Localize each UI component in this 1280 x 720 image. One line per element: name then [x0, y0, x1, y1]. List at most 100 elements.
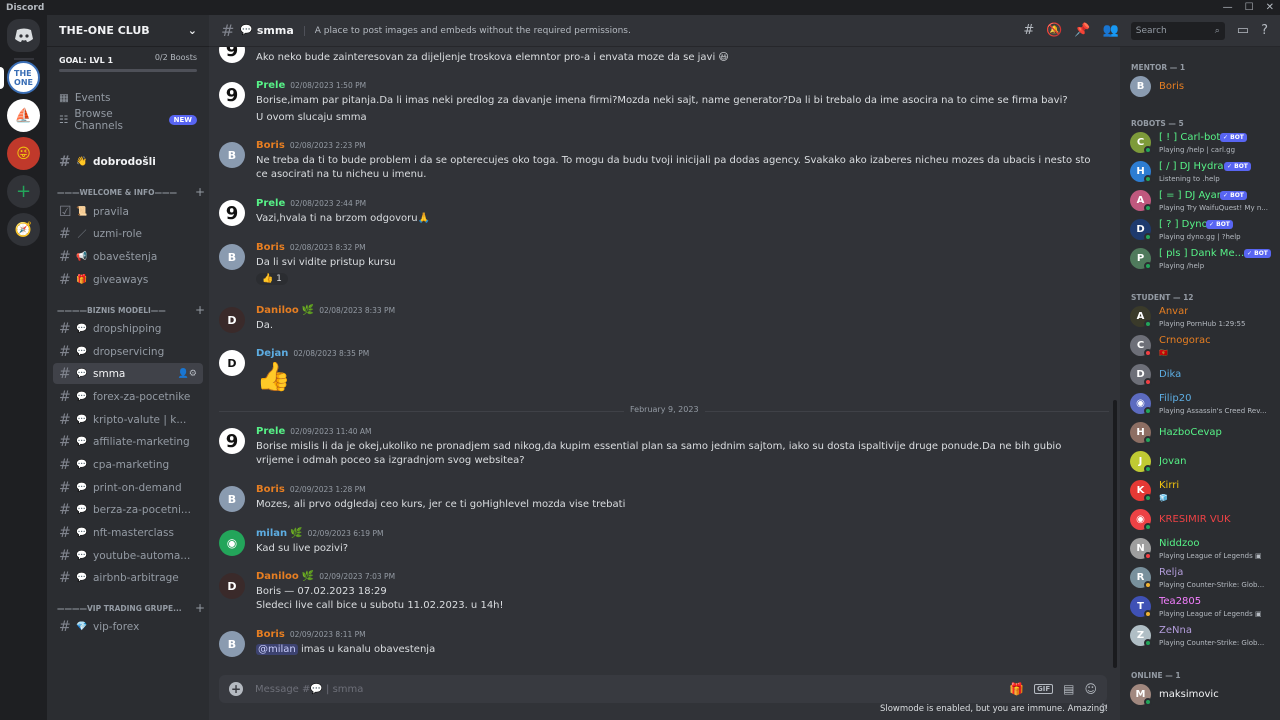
- channel-forex[interactable]: # 💬 forex-za-pocetnike: [53, 386, 203, 407]
- avatar[interactable]: 9: [219, 82, 245, 108]
- gift-icon[interactable]: 🎁: [1009, 682, 1024, 696]
- emoji-icon[interactable]: ☺: [1084, 682, 1097, 696]
- server-sailboat[interactable]: ⛵: [7, 99, 40, 132]
- channel-settings-icon[interactable]: 👤⚙: [178, 369, 197, 379]
- category-welcome[interactable]: ———WELCOME & INFO——— +: [57, 185, 205, 199]
- channel-smma[interactable]: # 💬 smma 👤⚙: [53, 363, 203, 384]
- discord-home-icon[interactable]: [7, 19, 40, 52]
- add-attachment-icon[interactable]: +: [229, 682, 243, 696]
- category-biznis[interactable]: ————BIZNIS MODELI—— +: [57, 303, 205, 317]
- category-vip[interactable]: ————VIP TRADING GRUPE... +: [57, 601, 205, 615]
- channel-pravila[interactable]: ☑ 📜 pravila: [53, 201, 203, 222]
- search-input[interactable]: Search ⌕: [1130, 21, 1225, 40]
- channel-airbnb[interactable]: # 💬 airbnb-arbitrage: [53, 567, 203, 588]
- explore-servers-icon[interactable]: 🧭: [7, 213, 40, 246]
- channel-youtube[interactable]: # 💬 youtube-automa...: [53, 545, 203, 566]
- server-header[interactable]: THE-ONE CLUB ⌄: [47, 15, 209, 47]
- member-item[interactable]: ◉ Filip20 Playing Assassin's Creed Rev...: [1130, 390, 1278, 418]
- author-name[interactable]: Boris: [256, 484, 285, 495]
- member-item[interactable]: J Jovan: [1130, 448, 1278, 476]
- avatar[interactable]: D: [219, 573, 245, 599]
- member-item[interactable]: H[ / ] DJ Hydra ✓ BOT Listening to .help: [1130, 158, 1278, 186]
- member-item[interactable]: A[ = ] DJ Ayana ✓ BOT Playing Try WaifuQue…: [1130, 187, 1278, 215]
- message-composer[interactable]: + Message #💬 | smma 🎁 GIF ▤ ☺: [219, 675, 1107, 703]
- message-input[interactable]: Message #💬 | smma: [255, 684, 363, 695]
- user-mention[interactable]: @milan: [256, 644, 298, 655]
- author-name[interactable]: Dejan: [256, 348, 288, 359]
- nav-browse-channels[interactable]: ☷ Browse Channels NEW: [47, 108, 209, 132]
- member-item[interactable]: K Kirri 🧊: [1130, 477, 1278, 505]
- threads-icon[interactable]: #: [1023, 23, 1034, 38]
- member-item[interactable]: R Relja Playing Counter-Strike: Glob...: [1130, 564, 1278, 592]
- author-name[interactable]: Prele: [256, 198, 285, 209]
- avatar[interactable]: 9: [219, 47, 245, 63]
- channel-dropservicing[interactable]: # 💬 dropservicing: [53, 341, 203, 362]
- member-item[interactable]: C[ ! ] Carl-bot ✓ BOT Playing /help | carl…: [1130, 129, 1278, 157]
- members-icon[interactable]: 👥: [1103, 23, 1119, 38]
- mute-icon[interactable]: 🔕: [1046, 23, 1062, 38]
- nav-events[interactable]: ▦ Events: [47, 87, 209, 109]
- avatar[interactable]: B: [219, 486, 245, 512]
- sticker-icon[interactable]: ▤: [1063, 682, 1074, 696]
- channel-cpa[interactable]: # 💬 cpa-marketing: [53, 454, 203, 475]
- channel-obavestenja[interactable]: # 📢 obaveštenja: [53, 246, 203, 267]
- gif-button[interactable]: GIF: [1034, 684, 1054, 694]
- member-item[interactable]: B Boris: [1130, 73, 1278, 101]
- plus-icon[interactable]: +: [195, 303, 205, 317]
- reaction-thumbs-up[interactable]: 👍 1: [256, 273, 288, 285]
- member-item[interactable]: Mmaksimovic: [1130, 681, 1278, 709]
- channel-affiliate[interactable]: # 💬 affiliate-marketing: [53, 431, 203, 452]
- author-name[interactable]: Boris: [256, 140, 285, 151]
- avatar[interactable]: D: [219, 307, 245, 333]
- author-name[interactable]: milan: [256, 528, 287, 539]
- avatar[interactable]: D: [219, 350, 245, 376]
- channel-uzmi-role[interactable]: # ／ uzmi-role: [53, 223, 203, 244]
- server-the-one-club[interactable]: THE ONE: [7, 61, 40, 94]
- author-name[interactable]: Prele: [256, 80, 285, 91]
- channel-dobrodosli[interactable]: # 👋 dobrodošli: [53, 151, 203, 172]
- channel-berza[interactable]: # 💬 berza-za-pocetni...: [53, 499, 203, 520]
- add-server-icon[interactable]: +: [7, 175, 40, 208]
- author-name[interactable]: Daniloo: [256, 305, 299, 316]
- avatar[interactable]: B: [219, 631, 245, 657]
- author-name[interactable]: Daniloo: [256, 571, 299, 582]
- avatar[interactable]: ◉: [219, 530, 245, 556]
- help-icon[interactable]: ?: [1261, 23, 1268, 38]
- channel-header: # 💬 smma A place to post images and embe…: [209, 15, 1280, 47]
- member-item[interactable]: D Dika: [1130, 361, 1278, 389]
- message-text: U ovom slucaju smma: [256, 112, 367, 123]
- channel-topic: A place to post images and embeds withou…: [303, 25, 631, 36]
- avatar[interactable]: B: [219, 244, 245, 270]
- channel-print-on-demand[interactable]: # 💬 print-on-demand: [53, 477, 203, 498]
- member-item[interactable]: C Crnogorac 🇲🇪: [1130, 332, 1278, 360]
- plus-icon[interactable]: +: [195, 601, 205, 615]
- avatar[interactable]: 9: [219, 428, 245, 454]
- chat-scrollbar[interactable]: [1113, 400, 1117, 668]
- avatar[interactable]: B: [219, 142, 245, 168]
- boost-goal[interactable]: GOAL: LVL 1 0/2 Boosts: [47, 47, 209, 77]
- close-icon[interactable]: ✕: [1266, 2, 1274, 13]
- member-item[interactable]: T Tea2805 Playing League of Legends ▣: [1130, 593, 1278, 621]
- pin-icon[interactable]: 📌: [1074, 23, 1090, 38]
- author-name[interactable]: Boris: [256, 242, 285, 253]
- member-item[interactable]: Z ZeNna Playing Counter-Strike: Glob...: [1130, 622, 1278, 650]
- channel-kripto[interactable]: # 💬 kripto-valute | k...: [53, 409, 203, 430]
- member-item[interactable]: P[ pls ] Dank Me... ✓ BOT Playing /help: [1130, 245, 1278, 273]
- channel-dropshipping[interactable]: # 💬 dropshipping: [53, 318, 203, 339]
- author-name[interactable]: Boris: [256, 629, 285, 640]
- avatar[interactable]: 9: [219, 200, 245, 226]
- member-item[interactable]: D[ ? ] Dyno ✓ BOT Playing dyno.gg | ?help: [1130, 216, 1278, 244]
- member-item[interactable]: ◉ KRESIMIR VUK: [1130, 506, 1278, 534]
- member-item[interactable]: H HazboCevap: [1130, 419, 1278, 447]
- inbox-icon[interactable]: ▭: [1237, 23, 1249, 38]
- minimize-icon[interactable]: —: [1223, 2, 1233, 13]
- channel-vip-forex[interactable]: # 💎 vip-forex: [53, 616, 203, 637]
- member-item[interactable]: A Anvar Playing PornHub 1:29:55: [1130, 303, 1278, 331]
- member-item[interactable]: N Niddzoo Playing League of Legends ▣: [1130, 535, 1278, 563]
- channel-giveaways[interactable]: # 🎁 giveaways: [53, 269, 203, 290]
- author-name[interactable]: Prele: [256, 426, 285, 437]
- maximize-icon[interactable]: ☐: [1245, 2, 1254, 13]
- server-cartoon[interactable]: 😜: [7, 137, 40, 170]
- plus-icon[interactable]: +: [195, 185, 205, 199]
- channel-nft[interactable]: # 💬 nft-masterclass: [53, 522, 203, 543]
